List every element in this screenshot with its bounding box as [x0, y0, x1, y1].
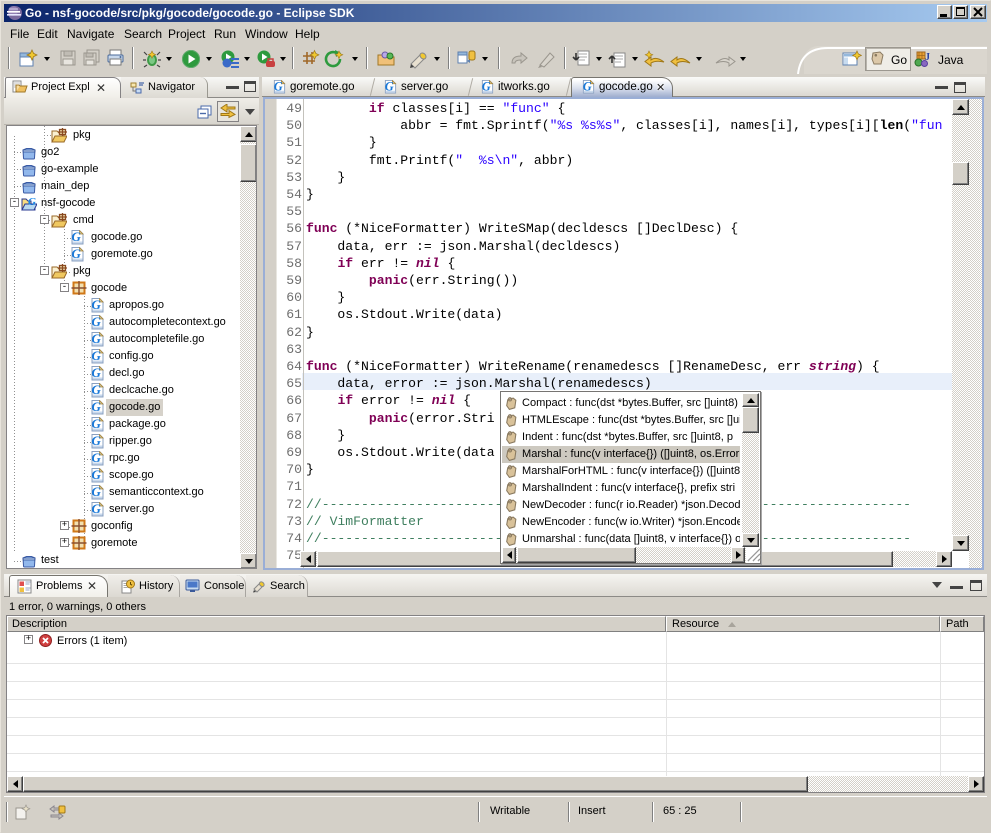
- svg-text:J: J: [925, 52, 930, 63]
